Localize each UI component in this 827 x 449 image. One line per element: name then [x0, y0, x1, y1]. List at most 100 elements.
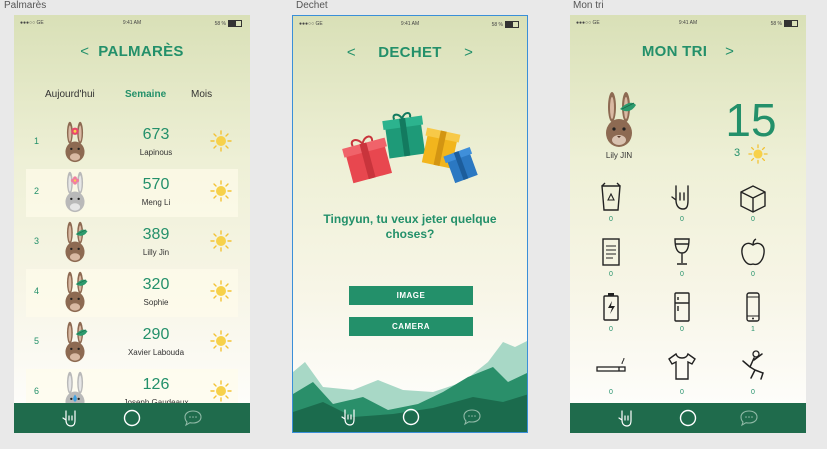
ranking-row[interactable]: 3 389 Lilly Jin: [26, 219, 238, 267]
home-circle-icon[interactable]: [121, 408, 143, 428]
home-circle-icon[interactable]: [400, 407, 422, 427]
waste-count: 0: [609, 389, 613, 396]
status-bar: ●●●○○ GE 9:41 AM 58 %: [570, 15, 806, 31]
ranking-row[interactable]: 4 320 Sophie: [26, 269, 238, 317]
sun-icon: [210, 180, 232, 202]
artboard-label-palmares: Palmarès: [4, 0, 47, 11]
tshirt-icon[interactable]: [665, 349, 699, 383]
sun-icon: [748, 144, 768, 164]
paper-icon[interactable]: [594, 235, 628, 269]
waste-count: 0: [751, 389, 755, 396]
waste-count: 0: [609, 271, 613, 278]
gift-boxes-illustration: [342, 112, 478, 184]
ranking-row[interactable]: 1 673 Lapinous: [26, 119, 238, 167]
wine-glass-icon[interactable]: [665, 235, 699, 269]
chat-bubble-icon[interactable]: [461, 407, 483, 427]
page-title: < PALMARÈS: [14, 43, 250, 60]
rank-number: 6: [34, 386, 40, 396]
rock-hand-icon[interactable]: [616, 408, 638, 428]
artboard-label-montri: Mon tri: [573, 0, 604, 11]
sun-icon: [210, 330, 232, 352]
rank-number: 3: [34, 236, 40, 246]
battery-icon[interactable]: [594, 290, 628, 324]
ranking-row[interactable]: 5 290 Xavier Labouda: [26, 319, 238, 367]
fridge-icon[interactable]: [665, 290, 699, 324]
rank-number: 2: [34, 186, 40, 196]
montri-screen: ●●●○○ GE 9:41 AM 58 % MON TRI > Lily JIN…: [570, 15, 806, 433]
jumping-person-icon[interactable]: [736, 349, 770, 383]
chat-bubble-icon[interactable]: [182, 408, 204, 428]
tab-today[interactable]: Aujourd'hui: [45, 89, 95, 100]
tab-week[interactable]: Semaine: [125, 89, 166, 100]
status-bar: ●●●○○ GE 9:41 AM 58 %: [14, 15, 250, 31]
sun-icon: [210, 280, 232, 302]
question-text: Tingyun, tu veux jeter quelque choses?: [323, 212, 497, 241]
title-text: PALMARÈS: [98, 43, 184, 60]
waste-count: 0: [680, 326, 684, 333]
page-title: < DECHET >: [293, 44, 527, 61]
palmares-screen: ●●●○○ GE 9:41 AM 58 % < PALMARÈS Aujourd…: [14, 15, 250, 433]
tab-bar: [293, 402, 527, 432]
tab-bar: [570, 403, 806, 433]
battery-icon: [228, 20, 242, 27]
rock-hand-icon[interactable]: [339, 407, 361, 427]
battery-indicator: 58 %: [215, 20, 242, 27]
user-avatar: [606, 92, 636, 147]
status-bar: ●●●○○ GE 9:41 AM 58 %: [293, 16, 527, 32]
image-button[interactable]: IMAGE: [349, 286, 473, 305]
cigarette-icon[interactable]: [594, 349, 628, 383]
tab-month[interactable]: Mois: [191, 89, 212, 100]
ranking-row[interactable]: 2 570 Meng Li: [26, 169, 238, 217]
rock-hand-icon[interactable]: [665, 180, 699, 214]
rock-hand-icon[interactable]: [60, 408, 82, 428]
waste-count: 0: [751, 216, 755, 223]
score-value: 290: [142, 326, 170, 343]
rank-number: 5: [34, 336, 40, 346]
user-name: Lilly Jin: [142, 248, 170, 257]
total-score: 15: [725, 94, 777, 146]
prev-chevron-icon[interactable]: <: [347, 44, 356, 61]
sun-icon: [210, 380, 232, 402]
score-value: 389: [142, 226, 170, 243]
next-chevron-icon[interactable]: >: [464, 44, 473, 61]
waste-count: 0: [680, 216, 684, 223]
user-name: Meng Li: [141, 198, 171, 207]
phone-icon[interactable]: [736, 290, 770, 324]
rabbit-avatar-icon: [65, 171, 85, 213]
rabbit-avatar-icon: [65, 271, 88, 313]
chat-bubble-icon[interactable]: [738, 408, 760, 428]
score-value: 570: [142, 176, 170, 193]
rank-number: 1: [34, 136, 40, 146]
page-title: MON TRI >: [570, 43, 806, 60]
battery-icon: [784, 20, 798, 27]
recycle-bag-icon[interactable]: [594, 180, 628, 214]
waste-count: 1: [751, 326, 755, 333]
user-name: Xavier Labouda: [127, 348, 185, 357]
sun-count: 3: [734, 147, 741, 159]
waste-count: 0: [680, 389, 684, 396]
user-name: Lapinous: [139, 148, 173, 157]
score-value: 320: [142, 276, 170, 293]
waste-count: 0: [609, 326, 613, 333]
back-chevron-icon[interactable]: <: [80, 43, 89, 60]
rabbit-avatar-icon: [65, 221, 88, 263]
waste-count: 0: [609, 216, 613, 223]
title-text: DECHET: [378, 44, 442, 61]
waste-count: 0: [680, 271, 684, 278]
user-name: Sophie: [143, 298, 169, 307]
artboard-label-dechet: Dechet: [296, 0, 328, 11]
title-text: MON TRI: [641, 43, 708, 60]
box-icon[interactable]: [736, 180, 770, 214]
user-name: Lily JIN: [605, 151, 633, 160]
battery-indicator: 58 %: [771, 20, 798, 27]
rabbit-avatar-icon: [65, 321, 88, 363]
apple-icon[interactable]: [736, 235, 770, 269]
rabbit-avatar-icon: [65, 121, 85, 163]
home-circle-icon[interactable]: [677, 408, 699, 428]
score-value: 126: [142, 376, 170, 393]
score-value: 673: [142, 126, 170, 143]
sun-icon: [210, 230, 232, 252]
dechet-screen: ●●●○○ GE 9:41 AM 58 % < DECHET > Tingyun…: [292, 15, 528, 433]
tab-bar: [14, 403, 250, 433]
next-chevron-icon[interactable]: >: [725, 43, 734, 60]
